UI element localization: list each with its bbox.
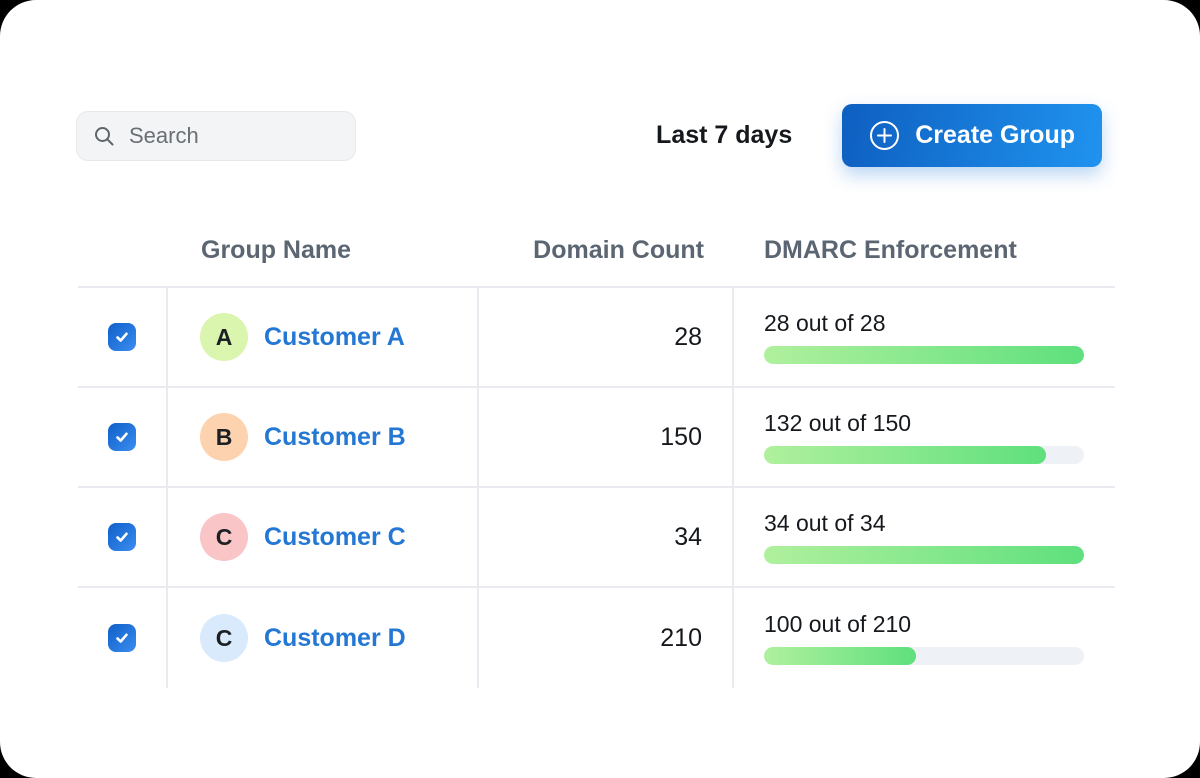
check-icon xyxy=(114,329,130,345)
header-group-name: Group Name xyxy=(168,214,479,286)
search-box[interactable] xyxy=(76,111,356,161)
dmarc-cell: 132 out of 150 xyxy=(764,410,1084,464)
table-row: C Customer D 210 100 out of 210 xyxy=(78,588,1115,688)
toolbar-right: Last 7 days Create Group xyxy=(656,104,1102,167)
customer-link[interactable]: Customer C xyxy=(264,523,406,552)
avatar-letter: A xyxy=(216,324,233,351)
dmarc-cell: 100 out of 210 xyxy=(764,611,1084,665)
search-icon xyxy=(93,125,115,147)
row-checkbox[interactable] xyxy=(108,523,136,551)
table-row: C Customer C 34 34 out of 34 xyxy=(78,488,1115,588)
enforcement-label: 28 out of 28 xyxy=(764,310,1084,337)
avatar: B xyxy=(200,413,248,461)
header-dmarc-enforcement: DMARC Enforcement xyxy=(734,214,1115,286)
row-checkbox[interactable] xyxy=(108,423,136,451)
table-row: B Customer B 150 132 out of 150 xyxy=(78,388,1115,488)
check-icon xyxy=(114,429,130,445)
search-input[interactable] xyxy=(129,123,339,149)
date-range-label: Last 7 days xyxy=(656,121,792,150)
table-row: A Customer A 28 28 out of 28 xyxy=(78,288,1115,388)
avatar-letter: C xyxy=(216,625,233,652)
domain-count-value: 28 xyxy=(674,323,702,352)
table-body: A Customer A 28 28 out of 28 xyxy=(78,288,1115,688)
avatar: C xyxy=(200,513,248,561)
domain-count-value: 150 xyxy=(660,423,702,452)
table-header-row: Group Name Domain Count DMARC Enforcemen… xyxy=(78,214,1115,288)
header-domain-count: Domain Count xyxy=(479,214,734,286)
customer-link[interactable]: Customer B xyxy=(264,423,406,452)
domain-count-value: 34 xyxy=(674,523,702,552)
enforcement-progress-fill xyxy=(764,546,1084,564)
toolbar: Last 7 days Create Group xyxy=(76,104,1102,167)
header-checkbox-column xyxy=(78,214,168,286)
check-icon xyxy=(114,630,130,646)
enforcement-progress-track xyxy=(764,647,1084,665)
customer-link[interactable]: Customer D xyxy=(264,624,406,653)
domain-count-value: 210 xyxy=(660,624,702,653)
row-checkbox[interactable] xyxy=(108,323,136,351)
enforcement-progress-track xyxy=(764,546,1084,564)
enforcement-label: 34 out of 34 xyxy=(764,510,1084,537)
create-group-button[interactable]: Create Group xyxy=(842,104,1102,167)
enforcement-progress-fill xyxy=(764,446,1046,464)
customer-link[interactable]: Customer A xyxy=(264,323,405,352)
plus-circle-icon xyxy=(869,120,900,151)
enforcement-label: 100 out of 210 xyxy=(764,611,1084,638)
app-card: Last 7 days Create Group Group Name Doma… xyxy=(0,0,1200,778)
enforcement-progress-fill xyxy=(764,647,916,665)
enforcement-progress-track xyxy=(764,446,1084,464)
enforcement-label: 132 out of 150 xyxy=(764,410,1084,437)
create-group-label: Create Group xyxy=(915,121,1075,150)
enforcement-progress-track xyxy=(764,346,1084,364)
check-icon xyxy=(114,529,130,545)
enforcement-progress-fill xyxy=(764,346,1084,364)
avatar: C xyxy=(200,614,248,662)
avatar-letter: B xyxy=(216,424,233,451)
dmarc-cell: 28 out of 28 xyxy=(764,310,1084,364)
row-checkbox[interactable] xyxy=(108,624,136,652)
dmarc-cell: 34 out of 34 xyxy=(764,510,1084,564)
avatar-letter: C xyxy=(216,524,233,551)
avatar: A xyxy=(200,313,248,361)
groups-table: Group Name Domain Count DMARC Enforcemen… xyxy=(78,214,1115,688)
